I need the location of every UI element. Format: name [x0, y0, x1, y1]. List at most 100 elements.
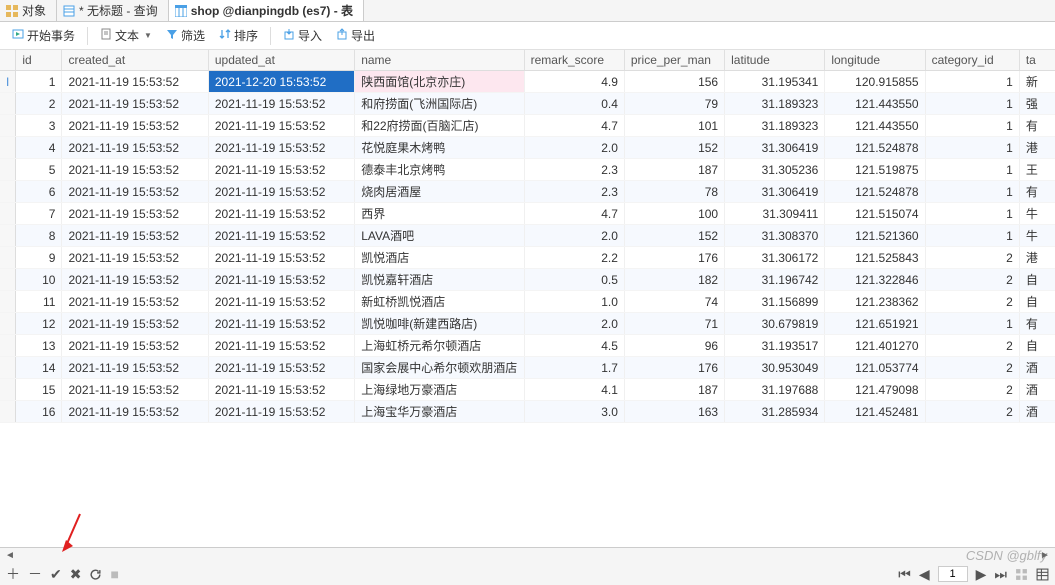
cell-longitude[interactable]: 121.238362	[825, 291, 925, 313]
cell-created_at[interactable]: 2021-11-19 15:53:52	[62, 313, 208, 335]
cell-longitude[interactable]: 121.515074	[825, 203, 925, 225]
table-row[interactable]: 152021-11-19 15:53:522021-11-19 15:53:52…	[0, 379, 1055, 401]
cell-category_id[interactable]: 2	[925, 247, 1019, 269]
tab-objects[interactable]: 对象	[0, 0, 57, 21]
cell-latitude[interactable]: 31.305236	[725, 159, 825, 181]
add-row-button[interactable]: ＋	[6, 564, 20, 584]
cell-longitude[interactable]: 120.915855	[825, 71, 925, 93]
cell-updated_at[interactable]: 2021-11-19 15:53:52	[208, 181, 354, 203]
cell-category_id[interactable]: 1	[925, 93, 1019, 115]
begin-transaction-button[interactable]: 开始事务	[6, 25, 81, 46]
column-header-created_at[interactable]: created_at	[62, 50, 208, 71]
cell-latitude[interactable]: 30.679819	[725, 313, 825, 335]
cell-longitude[interactable]: 121.651921	[825, 313, 925, 335]
text-button[interactable]: 文本 ▼	[94, 25, 158, 46]
cell-remark_score[interactable]: 4.9	[524, 71, 624, 93]
cell-ta[interactable]: 牛	[1019, 225, 1055, 247]
cell-updated_at[interactable]: 2021-12-20 15:53:52	[208, 71, 354, 93]
cell-id[interactable]: 4	[16, 137, 62, 159]
cell-ta[interactable]: 有	[1019, 313, 1055, 335]
cell-updated_at[interactable]: 2021-11-19 15:53:52	[208, 291, 354, 313]
cell-name[interactable]: 凯悦嘉轩酒店	[355, 269, 524, 291]
cell-ta[interactable]: 有	[1019, 181, 1055, 203]
last-page-button[interactable]: ⏭	[994, 566, 1007, 583]
cell-latitude[interactable]: 31.195341	[725, 71, 825, 93]
column-header-longitude[interactable]: longitude	[825, 50, 925, 71]
cell-category_id[interactable]: 1	[925, 181, 1019, 203]
cell-latitude[interactable]: 31.306419	[725, 181, 825, 203]
cell-name[interactable]: 上海宝华万豪酒店	[355, 401, 524, 423]
cell-category_id[interactable]: 2	[925, 335, 1019, 357]
cell-id[interactable]: 9	[16, 247, 62, 269]
column-header-name[interactable]: name	[355, 50, 524, 71]
cell-id[interactable]: 12	[16, 313, 62, 335]
apply-button[interactable]: ✔	[50, 566, 62, 583]
cell-ta[interactable]: 王	[1019, 159, 1055, 181]
import-button[interactable]: 导入	[277, 25, 328, 46]
cell-category_id[interactable]: 2	[925, 379, 1019, 401]
cell-latitude[interactable]: 31.285934	[725, 401, 825, 423]
column-header-updated_at[interactable]: updated_at	[208, 50, 354, 71]
cell-name[interactable]: 国家会展中心希尔顿欢朋酒店	[355, 357, 524, 379]
cell-latitude[interactable]: 31.189323	[725, 93, 825, 115]
cell-name[interactable]: 德泰丰北京烤鸭	[355, 159, 524, 181]
cell-category_id[interactable]: 1	[925, 115, 1019, 137]
cell-name[interactable]: LAVA酒吧	[355, 225, 524, 247]
table-row[interactable]: 42021-11-19 15:53:522021-11-19 15:53:52花…	[0, 137, 1055, 159]
cell-price_per_man[interactable]: 176	[624, 247, 724, 269]
cell-latitude[interactable]: 31.156899	[725, 291, 825, 313]
cell-id[interactable]: 14	[16, 357, 62, 379]
cell-longitude[interactable]: 121.322846	[825, 269, 925, 291]
cell-updated_at[interactable]: 2021-11-19 15:53:52	[208, 379, 354, 401]
table-row[interactable]: 22021-11-19 15:53:522021-11-19 15:53:52和…	[0, 93, 1055, 115]
cell-price_per_man[interactable]: 187	[624, 379, 724, 401]
table-row[interactable]: 52021-11-19 15:53:522021-11-19 15:53:52德…	[0, 159, 1055, 181]
table-row[interactable]: 122021-11-19 15:53:522021-11-19 15:53:52…	[0, 313, 1055, 335]
cell-created_at[interactable]: 2021-11-19 15:53:52	[62, 357, 208, 379]
cell-ta[interactable]: 牛	[1019, 203, 1055, 225]
cell-created_at[interactable]: 2021-11-19 15:53:52	[62, 225, 208, 247]
export-button[interactable]: 导出	[330, 25, 381, 46]
cell-remark_score[interactable]: 2.0	[524, 313, 624, 335]
table-row[interactable]: 32021-11-19 15:53:522021-11-19 15:53:52和…	[0, 115, 1055, 137]
cell-price_per_man[interactable]: 101	[624, 115, 724, 137]
cell-longitude[interactable]: 121.443550	[825, 93, 925, 115]
cell-id[interactable]: 10	[16, 269, 62, 291]
cell-longitude[interactable]: 121.443550	[825, 115, 925, 137]
cell-updated_at[interactable]: 2021-11-19 15:53:52	[208, 247, 354, 269]
cell-longitude[interactable]: 121.525843	[825, 247, 925, 269]
cell-id[interactable]: 11	[16, 291, 62, 313]
cell-name[interactable]: 凯悦酒店	[355, 247, 524, 269]
sort-button[interactable]: 排序	[213, 25, 264, 46]
page-number-input[interactable]	[938, 566, 968, 582]
cell-longitude[interactable]: 121.519875	[825, 159, 925, 181]
cell-updated_at[interactable]: 2021-11-19 15:53:52	[208, 137, 354, 159]
cell-price_per_man[interactable]: 152	[624, 225, 724, 247]
cell-id[interactable]: 15	[16, 379, 62, 401]
first-page-button[interactable]: ⏮	[898, 566, 911, 583]
cell-ta[interactable]: 酒	[1019, 379, 1055, 401]
table-row[interactable]: 62021-11-19 15:53:522021-11-19 15:53:52烧…	[0, 181, 1055, 203]
cell-name[interactable]: 陕西面馆(北京亦庄)	[355, 71, 524, 93]
table-row[interactable]: 162021-11-19 15:53:522021-11-19 15:53:52…	[0, 401, 1055, 423]
cell-updated_at[interactable]: 2021-11-19 15:53:52	[208, 93, 354, 115]
prev-page-button[interactable]: ◀	[919, 566, 930, 583]
cell-created_at[interactable]: 2021-11-19 15:53:52	[62, 93, 208, 115]
cell-created_at[interactable]: 2021-11-19 15:53:52	[62, 115, 208, 137]
cell-remark_score[interactable]: 1.0	[524, 291, 624, 313]
cell-created_at[interactable]: 2021-11-19 15:53:52	[62, 181, 208, 203]
cell-category_id[interactable]: 1	[925, 313, 1019, 335]
delete-row-button[interactable]: －	[28, 564, 42, 584]
cell-price_per_man[interactable]: 74	[624, 291, 724, 313]
cell-id[interactable]: 8	[16, 225, 62, 247]
cell-price_per_man[interactable]: 78	[624, 181, 724, 203]
cell-ta[interactable]: 自	[1019, 269, 1055, 291]
cell-category_id[interactable]: 1	[925, 137, 1019, 159]
cell-updated_at[interactable]: 2021-11-19 15:53:52	[208, 115, 354, 137]
cell-latitude[interactable]: 30.953049	[725, 357, 825, 379]
cell-id[interactable]: 16	[16, 401, 62, 423]
cell-category_id[interactable]: 1	[925, 203, 1019, 225]
table-row[interactable]: 142021-11-19 15:53:522021-11-19 15:53:52…	[0, 357, 1055, 379]
cell-remark_score[interactable]: 2.2	[524, 247, 624, 269]
column-header-category_id[interactable]: category_id	[925, 50, 1019, 71]
